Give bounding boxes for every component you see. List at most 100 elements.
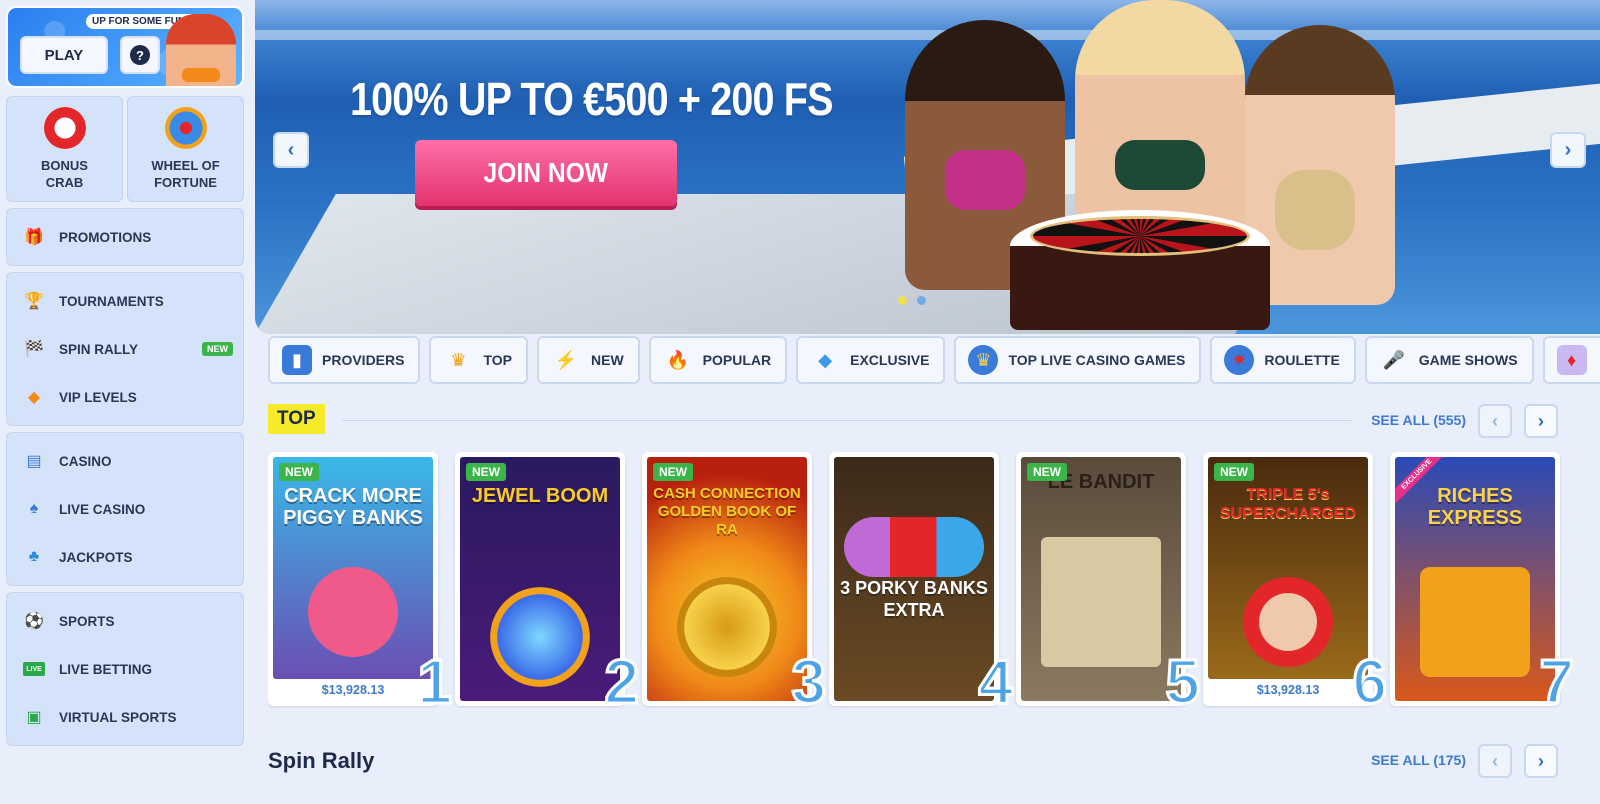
wheel-icon xyxy=(164,107,207,149)
category-label: EXCLUSIVE xyxy=(850,352,930,368)
sidebar-item-casino[interactable]: ▤ CASINO xyxy=(7,437,243,485)
spin-rally-section-header: Spin Rally SEE ALL (175) ‹ › xyxy=(268,744,1558,778)
carousel-next-button[interactable]: › xyxy=(1524,744,1558,778)
category-label: ROULETTE xyxy=(1264,352,1340,368)
clover-icon: ♣ xyxy=(28,548,40,565)
help-button[interactable]: ? xyxy=(120,36,160,74)
section-title: Spin Rally xyxy=(268,748,375,773)
category-top-live-casino[interactable]: ♛ TOP LIVE CASINO GAMES xyxy=(954,336,1202,384)
sidebar-item-label: JACKPOTS xyxy=(59,549,133,565)
slide-dot[interactable] xyxy=(917,296,926,305)
mascot-avatar xyxy=(166,14,236,86)
game-tile[interactable]: 3 PORKY BANKS EXTRA 4 xyxy=(829,452,1015,708)
category-label: GAME SHOWS xyxy=(1418,352,1518,368)
bonus-crab-button[interactable]: BONUS CRAB xyxy=(6,96,123,202)
category-label: TOP xyxy=(483,352,512,368)
horizon xyxy=(255,30,1600,40)
game-tile[interactable]: NEW CRACK MORE PIGGY BANKS $13,928.13 1 xyxy=(268,452,454,708)
sidebar-item-label: VIRTUAL SPORTS xyxy=(59,709,177,725)
category-new[interactable]: ⚡ NEW xyxy=(537,336,640,384)
carousel-prev-button[interactable]: ‹ xyxy=(1478,744,1512,778)
sidebar-item-label: SPORTS xyxy=(59,613,115,629)
new-badge: NEW xyxy=(1027,463,1067,481)
cards-icon: ♦ xyxy=(1556,345,1587,375)
lightning-icon: ⚡ xyxy=(554,349,578,370)
pigs-icon xyxy=(844,517,984,577)
rank-number: 5 xyxy=(1164,648,1202,708)
sidebar-item-vip-levels[interactable]: ◆ VIP LEVELS xyxy=(7,373,243,421)
menu-group-sports: ⚽ SPORTS LIVE LIVE BETTING ▣ VIRTUAL SPO… xyxy=(6,592,244,746)
new-badge: NEW xyxy=(202,342,233,356)
hero-next-button[interactable]: › xyxy=(1550,132,1586,168)
category-exclusive[interactable]: ◆ EXCLUSIVE xyxy=(796,336,946,384)
playing-card-icon: ♠ xyxy=(29,500,39,517)
play-button[interactable]: PLAY xyxy=(20,36,108,74)
sidebar-item-virtual-sports[interactable]: ▣ VIRTUAL SPORTS xyxy=(7,693,243,741)
game-title: RICHES EXPRESS xyxy=(1427,485,1523,529)
slide-dot-active[interactable] xyxy=(898,296,907,305)
new-badge: NEW xyxy=(279,463,319,481)
sidebar-item-tournaments[interactable]: 🏆 TOURNAMENTS xyxy=(7,277,243,325)
golden-book-icon xyxy=(677,577,777,677)
menu-group-casino: ▤ CASINO ♠ LIVE CASINO ♣ JACKPOTS xyxy=(6,432,244,586)
hero-prev-button[interactable]: ‹ xyxy=(273,132,309,168)
see-all-link[interactable]: SEE ALL (175) xyxy=(1371,752,1466,768)
piggy-icon xyxy=(308,567,398,657)
new-badge: NEW xyxy=(1214,463,1254,481)
hero-banner[interactable]: 100% UP TO €500 + 200 FS JOIN NOW ‹ › xyxy=(255,0,1600,334)
see-all-link[interactable]: SEE ALL (555) xyxy=(1371,412,1466,428)
category-top[interactable]: ♛ TOP xyxy=(429,336,528,384)
game-tile[interactable]: EXCLUSIVE RICHES EXPRESS 7 xyxy=(1390,452,1576,708)
game-thumbnail: NEW CASH CONNECTION GOLDEN BOOK OF RA xyxy=(647,457,807,701)
game-thumbnail: NEW LE BANDIT xyxy=(1021,457,1181,701)
game-tile[interactable]: NEW LE BANDIT 5 xyxy=(1016,452,1202,708)
game-title: JEWEL BOOM xyxy=(471,485,609,507)
sidebar-item-label: LIVE BETTING xyxy=(59,661,153,677)
game-title: CASH CONNECTION GOLDEN BOOK OF RA xyxy=(653,485,801,538)
game-tile[interactable]: NEW JEWEL BOOM 2 xyxy=(455,452,641,708)
join-now-button[interactable]: JOIN NOW xyxy=(415,140,677,206)
sidebar-item-label: VIP LEVELS xyxy=(59,389,137,405)
game-tile[interactable]: NEW CASH CONNECTION GOLDEN BOOK OF RA 3 xyxy=(642,452,828,708)
game-title: CRACK MORE PIGGY BANKS xyxy=(283,485,423,529)
category-roulette[interactable]: ✷ ROULETTE xyxy=(1210,336,1356,384)
carousel-next-button[interactable]: › xyxy=(1524,404,1558,438)
crown-icon: ♛ xyxy=(450,349,467,370)
sidebar-item-live-betting[interactable]: LIVE LIVE BETTING xyxy=(7,645,243,693)
play-promo-card[interactable]: UP FOR SOME FUN? PLAY ? xyxy=(6,6,244,88)
category-cards[interactable]: ♦ xyxy=(1542,336,1600,384)
chip-crown-icon: ♛ xyxy=(968,345,999,375)
book-icon: ▮ xyxy=(282,345,312,375)
category-label: NEW xyxy=(591,352,624,368)
sidebar-item-spin-rally[interactable]: 🏁 SPIN RALLY NEW xyxy=(7,325,243,373)
roulette-wheel-icon xyxy=(1030,216,1250,256)
wanted-poster-icon xyxy=(1041,537,1161,667)
sidebar-item-promotions[interactable]: 🎁 PROMOTIONS xyxy=(7,213,243,261)
diamond-icon xyxy=(490,587,590,687)
checkered-flag-icon: 🏁 xyxy=(24,341,44,358)
category-providers[interactable]: ▮ PROVIDERS xyxy=(268,336,421,384)
category-game-shows[interactable]: 🎤 GAME SHOWS xyxy=(1364,336,1534,384)
game-thumbnail: 3 PORKY BANKS EXTRA xyxy=(834,457,994,701)
sidebar-item-sports[interactable]: ⚽ SPORTS xyxy=(7,597,243,645)
train-icon xyxy=(1420,567,1530,677)
category-popular[interactable]: 🔥 POPULAR xyxy=(648,336,788,384)
swimsuit-shape xyxy=(945,150,1025,210)
rank-number: 1 xyxy=(416,648,454,708)
category-bar: ▮ PROVIDERS ♛ TOP ⚡ NEW 🔥 POPULAR ◆ EXCLUSIVE… xyxy=(268,336,1600,384)
top-section-header: TOP SEE ALL (555) ‹ › xyxy=(268,404,1558,438)
wheel-of-fortune-button[interactable]: WHEEL OF FORTUNE xyxy=(127,96,244,202)
carousel-prev-button[interactable]: ‹ xyxy=(1478,404,1512,438)
sidebar-item-live-casino[interactable]: ♠ LIVE CASINO xyxy=(7,485,243,533)
section-title: TOP xyxy=(268,404,325,434)
hero-title: 100% UP TO €500 + 200 FS xyxy=(350,73,833,125)
sidebar-item-jackpots[interactable]: ♣ JACKPOTS xyxy=(7,533,243,581)
game-tile[interactable]: NEW TRIPLE 5's SUPERCHARGED $13,928.13 6 xyxy=(1203,452,1389,708)
slide-indicators xyxy=(898,296,926,305)
game-thumbnail: NEW TRIPLE 5's SUPERCHARGED xyxy=(1208,457,1368,679)
monitor-icon: ▣ xyxy=(26,709,42,726)
live-icon: LIVE xyxy=(23,662,45,676)
rank-number: 4 xyxy=(977,648,1015,708)
game-title: 3 PORKY BANKS EXTRA xyxy=(840,578,988,620)
bonus-crab-label: BONUS CRAB xyxy=(41,158,88,190)
